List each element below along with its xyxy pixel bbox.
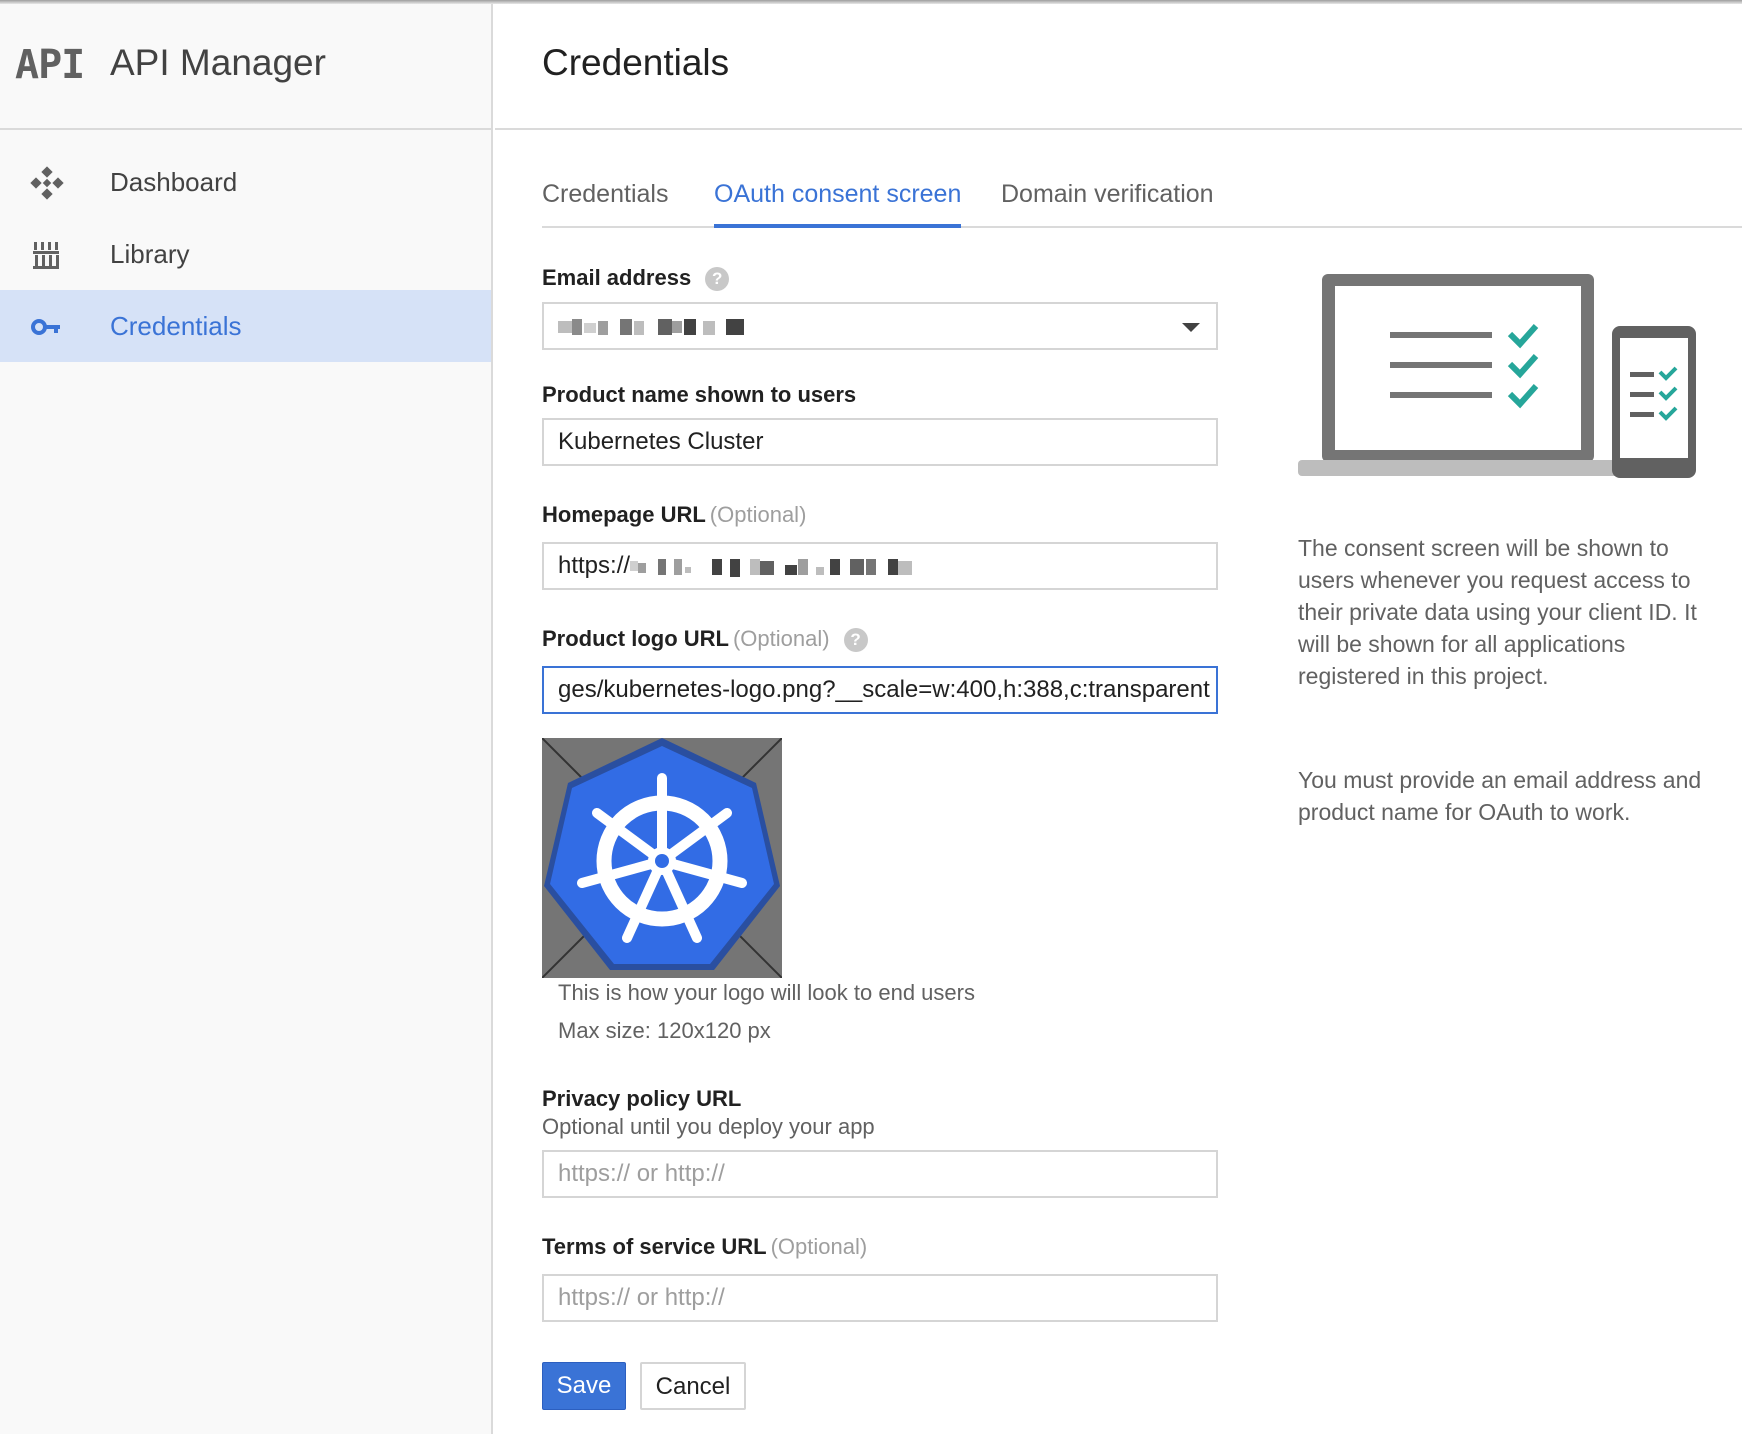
homepage-label-text: Homepage URL — [542, 502, 706, 527]
tab-bar: Credentials OAuth consent screen Domain … — [542, 170, 1742, 228]
main-content: Credentials Credentials OAuth consent sc… — [495, 0, 1742, 1434]
logo-url-label-text: Product logo URL — [542, 626, 729, 651]
kubernetes-logo-preview — [542, 738, 782, 978]
main-header: Credentials — [495, 0, 1742, 130]
app-title: API Manager — [110, 42, 326, 83]
email-label: Email address? — [542, 265, 730, 291]
sidebar-header: API API Manager — [0, 0, 493, 130]
redacted-homepage-value — [630, 558, 913, 577]
info-paragraph-requirements: You must provide an email address and pr… — [1298, 767, 1702, 825]
product-name-field[interactable]: Kubernetes Cluster — [542, 418, 1218, 466]
privacy-sublabel: Optional until you deploy your app — [542, 1114, 875, 1139]
email-select[interactable] — [542, 302, 1218, 350]
privacy-url-field[interactable]: https:// or http:// — [542, 1150, 1218, 1198]
homepage-label: Homepage URL (Optional) — [542, 502, 806, 528]
consent-screen-illustration — [1298, 274, 1696, 478]
sidebar-item-library[interactable]: Library — [0, 218, 491, 290]
chevron-down-icon[interactable] — [1182, 323, 1200, 332]
logo-url-field[interactable]: ges/kubernetes-logo.png?__scale=w:400,h:… — [542, 666, 1218, 714]
privacy-url-placeholder: https:// or http:// — [558, 1160, 725, 1187]
terms-url-field[interactable]: https:// or http:// — [542, 1274, 1218, 1322]
tab-credentials[interactable]: Credentials — [542, 180, 668, 228]
top-shadow — [0, 0, 1742, 4]
info-paragraph-consent: The consent screen will be shown to user… — [1298, 535, 1697, 689]
redacted-email-value — [558, 318, 744, 335]
sidebar-nav: Dashboard Library Credentials — [0, 146, 491, 362]
optional-tag: (Optional) — [709, 502, 807, 527]
sidebar-item-dashboard[interactable]: Dashboard — [0, 146, 491, 218]
dashboard-icon — [30, 166, 64, 200]
sidebar-item-label: Dashboard — [110, 166, 238, 197]
optional-tag: (Optional) — [732, 626, 830, 651]
privacy-label: Privacy policy URL — [542, 1086, 742, 1111]
library-icon — [33, 242, 59, 269]
save-button[interactable]: Save — [542, 1362, 626, 1410]
key-icon — [31, 319, 60, 335]
sidebar: API API Manager Dashboard Library Creden… — [0, 0, 493, 1434]
tab-oauth-consent-screen[interactable]: OAuth consent screen — [714, 180, 962, 228]
optional-tag: (Optional) — [770, 1234, 868, 1259]
tab-domain-verification[interactable]: Domain verification — [1001, 180, 1214, 228]
sidebar-item-label: Credentials — [110, 310, 242, 341]
product-name-label: Product name shown to users — [542, 382, 857, 407]
email-label-text: Email address — [542, 265, 692, 290]
help-icon[interactable]: ? — [705, 267, 730, 291]
terms-label-text: Terms of service URL — [542, 1234, 767, 1259]
homepage-url-field[interactable]: https:// — [542, 542, 1218, 590]
logo-url-label: Product logo URL (Optional)? — [542, 626, 868, 652]
terms-url-placeholder: https:// or http:// — [558, 1284, 725, 1311]
help-icon[interactable]: ? — [843, 628, 868, 652]
page-title: Credentials — [542, 42, 730, 83]
api-logo: API — [15, 42, 85, 88]
sidebar-item-label: Library — [110, 238, 190, 269]
sidebar-item-credentials[interactable]: Credentials — [0, 290, 491, 362]
cancel-button[interactable]: Cancel — [640, 1362, 746, 1410]
logo-hint: This is how your logo will look to end u… — [558, 980, 975, 1005]
terms-label: Terms of service URL (Optional) — [542, 1234, 867, 1260]
logo-max-size: Max size: 120x120 px — [558, 1018, 771, 1043]
homepage-url-prefix: https:// — [558, 552, 631, 579]
